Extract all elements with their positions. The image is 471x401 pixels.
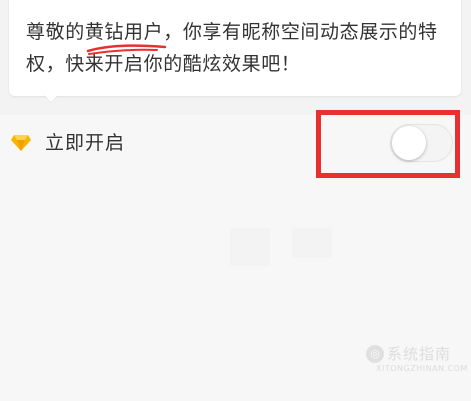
yellow-diamond-icon xyxy=(11,135,31,151)
watermark-text: 系统指南 xyxy=(387,345,452,363)
notice-card-pointer xyxy=(43,94,59,102)
notice-text-before: 尊敬的 xyxy=(26,21,85,43)
watermark: ◎ 系统指南 xyxy=(366,343,451,364)
watermark-url: XITONGZHINAN.COM xyxy=(376,364,468,373)
background-decoration xyxy=(292,228,332,258)
red-highlight-box-annotation xyxy=(316,110,460,178)
notice-message: 尊敬的黄钻用户 ，你享有昵称空间动态展示的特权，快来开启你的酷炫效果吧！ xyxy=(26,16,446,80)
enable-now-label: 立即开启 xyxy=(45,132,126,154)
notice-highlight-yellow-diamond-user: 黄钻用户 xyxy=(85,21,167,55)
watermark-logo-icon: ◎ xyxy=(366,344,384,363)
background-decoration xyxy=(230,228,270,266)
